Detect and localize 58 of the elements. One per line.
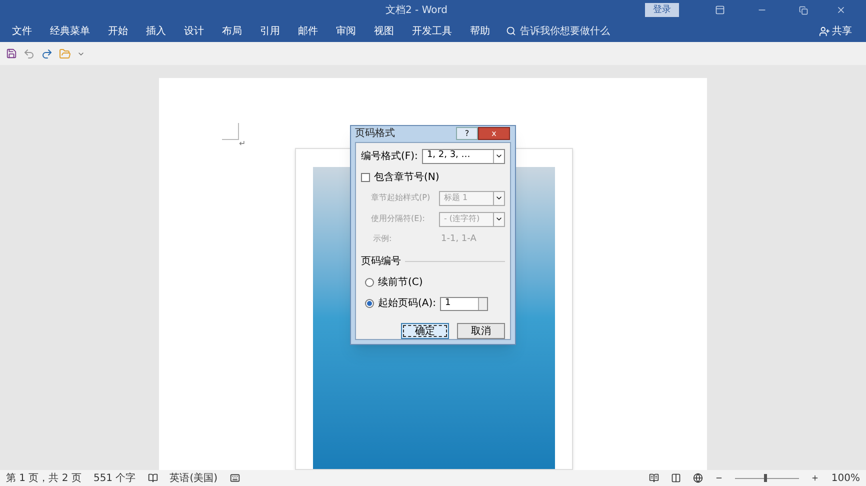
example-value: 1-1, 1-A xyxy=(441,232,476,246)
radio-button[interactable] xyxy=(365,278,374,287)
close-icon[interactable] xyxy=(836,5,846,15)
section-heading: 页码编号 xyxy=(361,254,401,269)
start-number-spinner[interactable]: 1 xyxy=(440,296,488,310)
help-button[interactable]: ? xyxy=(456,127,478,140)
radio-button[interactable] xyxy=(365,299,374,308)
ribbon-tab[interactable]: 开发工具 xyxy=(406,24,458,38)
chapter-style-label: 章节起始样式(P) xyxy=(371,192,432,204)
ribbon-tab[interactable]: 引用 xyxy=(254,24,286,38)
read-mode-icon[interactable] xyxy=(649,473,660,483)
page-count[interactable]: 第 1 页，共 2 页 xyxy=(6,470,82,486)
margin-corner-mark xyxy=(222,123,239,140)
save-icon[interactable] xyxy=(6,48,17,59)
dropdown-caret-icon xyxy=(495,152,503,160)
ribbon-tab[interactable]: 邮件 xyxy=(292,24,324,38)
restore-icon[interactable] xyxy=(799,6,808,14)
close-button[interactable]: x xyxy=(478,127,510,140)
word-count[interactable]: 551 个字 xyxy=(93,470,136,486)
radio-label: 起始页码(A): xyxy=(378,296,436,311)
ribbon-tab[interactable]: 布局 xyxy=(216,24,248,38)
paragraph-mark: ↵ xyxy=(239,140,247,148)
ribbon-tab[interactable]: 文件 xyxy=(6,24,38,38)
ribbon-display-icon[interactable] xyxy=(715,5,725,15)
share-button[interactable]: 共享 xyxy=(819,24,852,38)
ribbon-tab[interactable]: 经典菜单 xyxy=(44,24,96,38)
proofing-icon[interactable] xyxy=(148,473,158,483)
include-chapter-label: 包含章节号(N) xyxy=(374,170,440,184)
radio-label: 续前节(C) xyxy=(378,276,423,290)
separator-label: 使用分隔符(E): xyxy=(371,213,426,225)
redo-icon[interactable] xyxy=(41,48,53,60)
dialog-button[interactable]: 确定 xyxy=(401,323,449,339)
zoom-percentage[interactable]: 100% xyxy=(831,470,860,486)
ribbon-tab[interactable]: 审阅 xyxy=(330,24,362,38)
zoom-in-icon[interactable] xyxy=(811,474,820,482)
dropdown-caret-icon xyxy=(495,215,503,223)
chapter-checkbox[interactable] xyxy=(361,172,370,182)
dropdown-caret-icon xyxy=(495,194,503,202)
ribbon-tab[interactable]: 帮助 xyxy=(464,24,496,38)
dialog-title: 页码格式 xyxy=(355,126,396,142)
ribbon-tab[interactable]: 视图 xyxy=(368,24,400,38)
number-format-label: 编号格式(F): xyxy=(361,150,418,164)
dialog-button[interactable]: 取消 xyxy=(457,323,505,339)
search-icon xyxy=(506,26,516,36)
login-button[interactable]: 登录 xyxy=(645,3,679,17)
ribbon-tab[interactable]: 插入 xyxy=(140,24,172,38)
window-title: 文档2 - Word xyxy=(385,4,448,18)
print-layout-icon[interactable] xyxy=(671,473,682,483)
tell-me-field[interactable]: 告诉我你想要做什么 xyxy=(506,24,640,38)
web-layout-icon[interactable] xyxy=(693,473,704,483)
person-add-icon xyxy=(819,26,830,36)
number-format-dropdown[interactable]: 1, 2, 3, … xyxy=(422,148,505,164)
ribbon-tab[interactable]: 设计 xyxy=(178,24,210,38)
language-indicator[interactable]: 英语(美国) xyxy=(170,470,218,486)
ribbon-tab[interactable]: 开始 xyxy=(102,24,134,38)
example-label: 示例: xyxy=(373,233,393,246)
macro-icon[interactable] xyxy=(230,473,240,483)
zoom-thumb[interactable] xyxy=(764,474,768,482)
